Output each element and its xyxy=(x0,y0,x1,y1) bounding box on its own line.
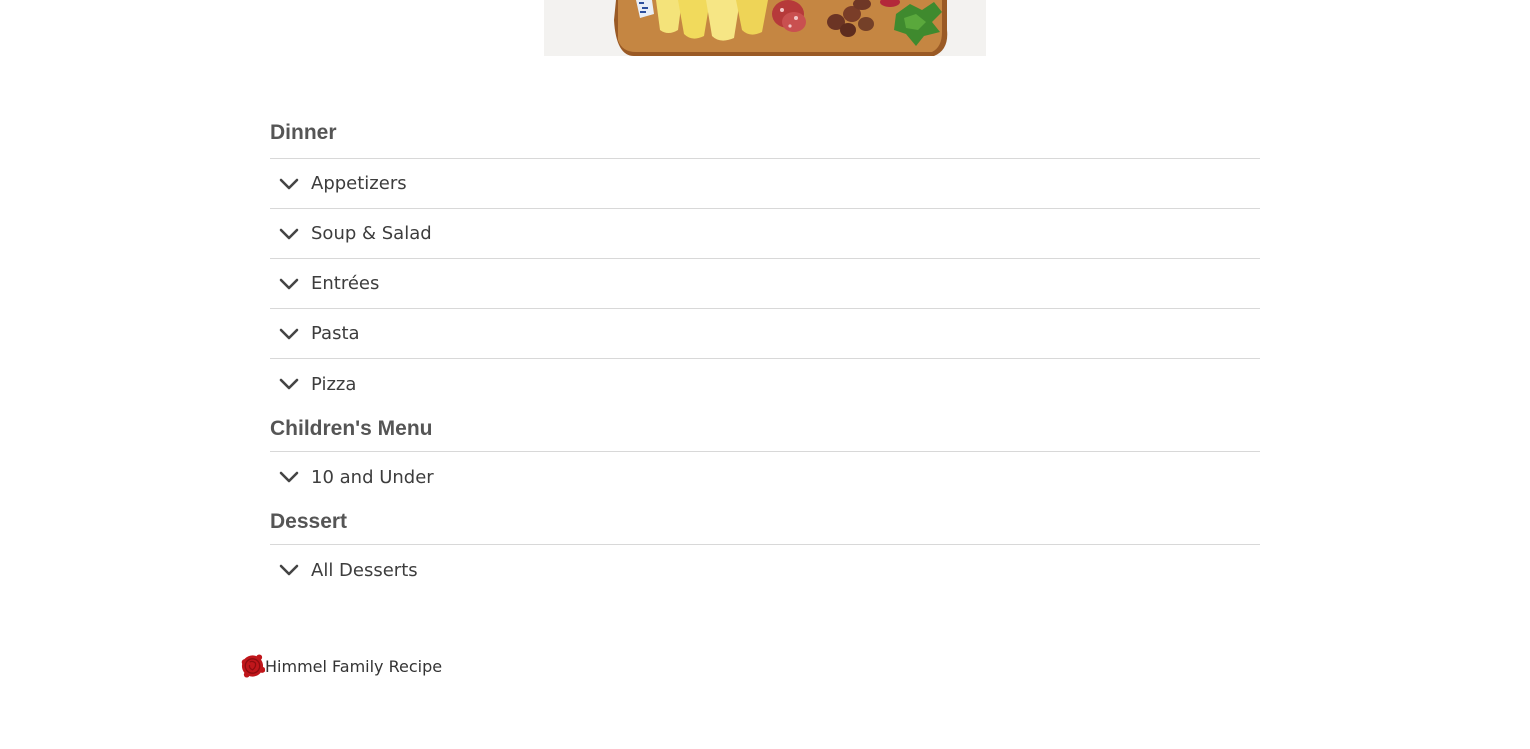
charcuterie-board-image xyxy=(544,0,986,56)
accordion-label: Entrées xyxy=(311,273,380,294)
family-recipe-seal-icon xyxy=(241,654,265,678)
chevron-down-icon xyxy=(279,564,299,576)
accordion-item-appetizers[interactable]: Appetizers xyxy=(270,159,1260,209)
accordion-item-10-and-under[interactable]: 10 and Under xyxy=(270,452,1260,502)
accordion-label: Appetizers xyxy=(311,173,407,194)
menu-list: Dinner Appetizers Soup & Salad Entrées P… xyxy=(270,112,1260,595)
accordion-item-pizza[interactable]: Pizza xyxy=(270,359,1260,409)
accordion-label: Soup & Salad xyxy=(311,223,432,244)
accordion-label: All Desserts xyxy=(311,559,418,581)
section-title-dinner: Dinner xyxy=(270,112,1260,159)
chevron-down-icon xyxy=(279,378,299,390)
chevron-down-icon xyxy=(279,178,299,189)
section-title-childrens-menu: Children's Menu xyxy=(270,409,1260,452)
chevron-down-icon xyxy=(279,228,299,239)
accordion-item-entrees[interactable]: Entrées xyxy=(270,259,1260,309)
page: Dinner Appetizers Soup & Salad Entrées P… xyxy=(0,0,1530,749)
chevron-down-icon xyxy=(279,328,299,339)
chevron-down-icon xyxy=(279,278,299,289)
family-recipe-text: Himmel Family Recipe xyxy=(265,656,443,676)
accordion-item-all-desserts[interactable]: All Desserts xyxy=(270,545,1260,595)
accordion-item-pasta[interactable]: Pasta xyxy=(270,309,1260,359)
section-title-dessert: Dessert xyxy=(270,502,1260,545)
accordion-label: Pizza xyxy=(311,373,357,395)
accordion-label: Pasta xyxy=(311,323,360,344)
accordion-label: 10 and Under xyxy=(311,466,434,488)
accordion-item-soup-salad[interactable]: Soup & Salad xyxy=(270,209,1260,259)
chevron-down-icon xyxy=(279,471,299,483)
family-recipe-note: Himmel Family Recipe xyxy=(240,653,442,679)
